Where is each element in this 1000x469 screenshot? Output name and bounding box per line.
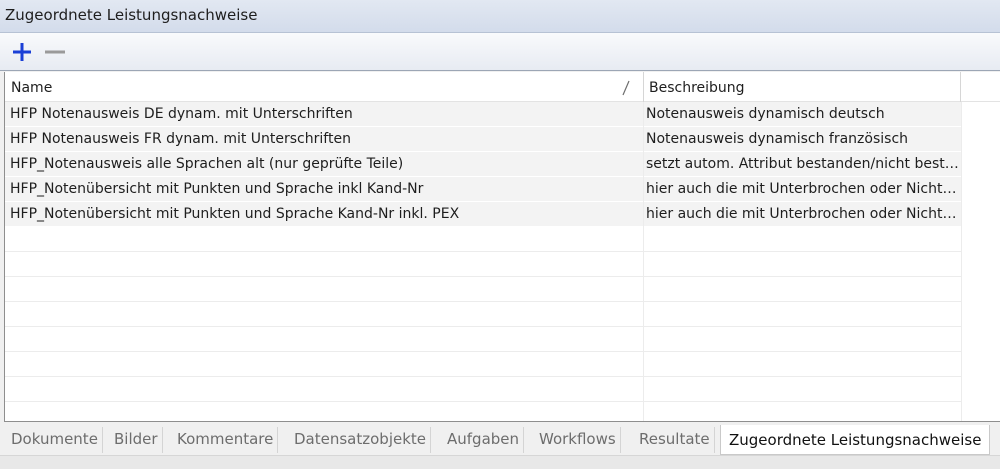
column-header-name[interactable]: Name xyxy=(5,72,644,102)
empty-row xyxy=(5,327,961,352)
cell-description: hier auch die mit Unterbrochen oder Nich… xyxy=(646,181,959,197)
assigned-records-panel: Zugeordnete Leistungsnachweise Name Besc xyxy=(0,0,1000,469)
cell-name: HFP_Notenübersicht mit Punkten und Sprac… xyxy=(10,206,460,222)
empty-row xyxy=(5,252,961,277)
cell-name: HFP Notenausweis FR dynam. mit Unterschr… xyxy=(10,131,351,147)
records-table: Name Beschreibung HFP Notenausweis DE dy… xyxy=(4,72,1000,422)
empty-row xyxy=(5,277,961,302)
cell-description: Notenausweis dynamisch deutsch xyxy=(646,106,885,122)
tab-dokumente[interactable]: Dokumente xyxy=(5,427,103,453)
empty-row xyxy=(5,352,961,377)
bottom-tab-bar: Dokumente Bilder Kommentare Datensatzobj… xyxy=(0,423,1000,455)
tab-zugeordnete-leistungsnachweise[interactable]: Zugeordnete Leistungsnachweise xyxy=(720,425,991,455)
plus-icon xyxy=(13,43,31,61)
table-row[interactable]: HFP_Notenübersicht mit Punkten und Sprac… xyxy=(5,177,961,202)
panel-title: Zugeordnete Leistungsnachweise xyxy=(5,6,258,24)
column-divider xyxy=(643,102,644,421)
add-button[interactable] xyxy=(11,41,33,63)
empty-row xyxy=(5,302,961,327)
table-row[interactable]: HFP Notenausweis DE dynam. mit Unterschr… xyxy=(5,102,961,127)
tab-datensatzobjekte[interactable]: Datensatzobjekte xyxy=(288,427,432,453)
tab-resultate[interactable]: Resultate xyxy=(633,427,715,453)
table-row[interactable]: HFP Notenausweis FR dynam. mit Unterschr… xyxy=(5,127,961,152)
cell-name: HFP Notenausweis DE dynam. mit Unterschr… xyxy=(10,106,353,122)
minus-icon xyxy=(45,50,65,54)
remove-button[interactable] xyxy=(44,41,66,63)
tab-kommentare[interactable]: Kommentare xyxy=(171,427,279,453)
cell-name: HFP_Notenausweis alle Sprachen alt (nur … xyxy=(10,156,404,172)
cell-description: setzt autom. Attribut bestanden/nicht be… xyxy=(646,156,959,172)
column-header-label: Beschreibung xyxy=(649,80,745,96)
cell-name: HFP_Notenübersicht mit Punkten und Sprac… xyxy=(10,181,424,197)
cell-description: Notenausweis dynamisch französisch xyxy=(646,131,909,147)
column-divider xyxy=(961,102,962,421)
resize-handle-icon xyxy=(622,80,630,96)
column-header-label: Name xyxy=(11,80,53,96)
toolbar xyxy=(0,33,1000,71)
tab-workflows[interactable]: Workflows xyxy=(533,427,621,453)
table-header: Name Beschreibung xyxy=(5,72,1000,102)
empty-row xyxy=(5,377,961,402)
table-row[interactable]: HFP_Notenausweis alle Sprachen alt (nur … xyxy=(5,152,961,177)
cell-description: hier auch die mit Unterbrochen oder Nich… xyxy=(646,206,959,222)
tab-bilder[interactable]: Bilder xyxy=(108,427,163,453)
status-strip xyxy=(0,455,1000,469)
empty-row xyxy=(5,402,961,421)
panel-titlebar: Zugeordnete Leistungsnachweise xyxy=(0,0,1000,33)
tab-aufgaben[interactable]: Aufgaben xyxy=(441,427,525,453)
column-header-description[interactable]: Beschreibung xyxy=(644,72,961,102)
table-row[interactable]: HFP_Notenübersicht mit Punkten und Sprac… xyxy=(5,202,961,227)
empty-row xyxy=(5,227,961,252)
